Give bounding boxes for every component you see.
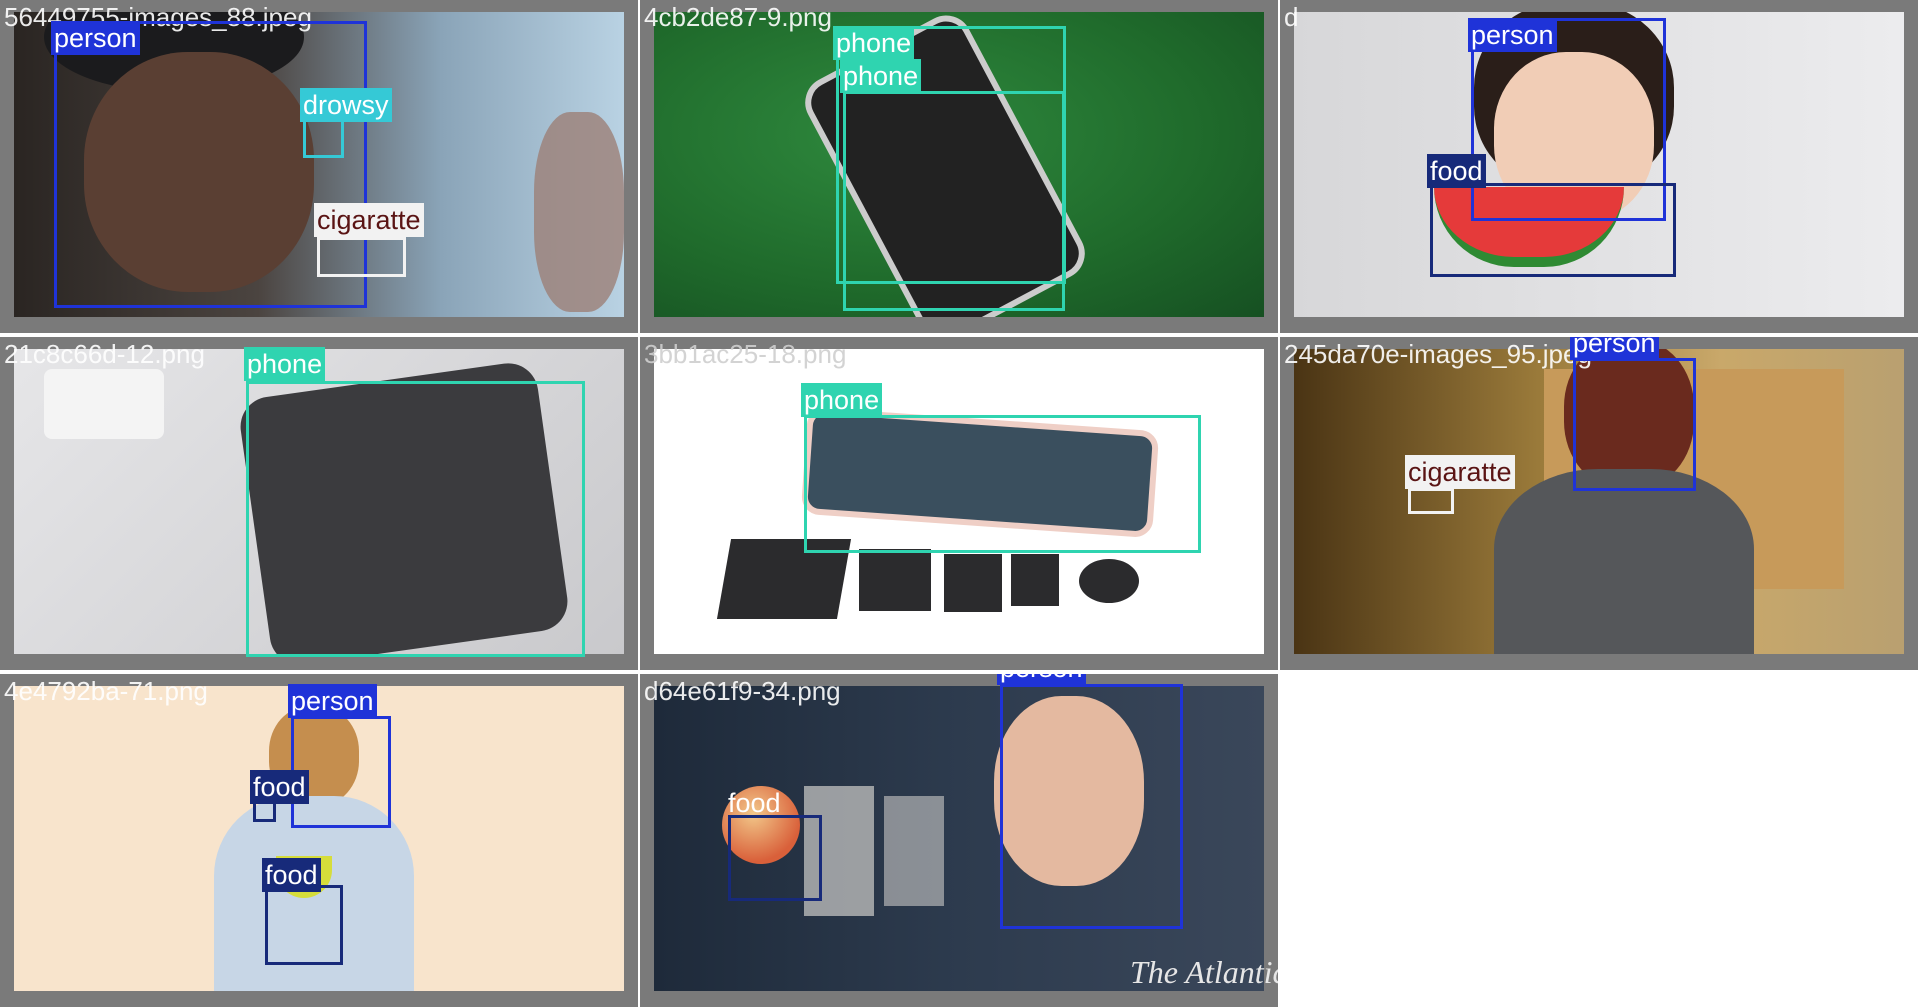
detection-box-food bbox=[1430, 183, 1676, 277]
detection-box-food bbox=[728, 815, 822, 901]
detection-label-person: person bbox=[1468, 18, 1557, 52]
poster-shape bbox=[884, 796, 944, 906]
detection-box-drowsy bbox=[303, 117, 344, 158]
image-tile-1[interactable]: 56449755-images_88.jpeg person drowsy ci… bbox=[0, 0, 638, 333]
detection-box-cigaratte bbox=[1408, 488, 1454, 514]
stone-disc bbox=[1079, 559, 1139, 603]
detection-box-person bbox=[1000, 684, 1183, 929]
tile-filename: d bbox=[1284, 2, 1299, 32]
image-tile-8[interactable]: d64e61f9-34.png person food The Atlantic bbox=[640, 674, 1278, 1007]
image-tile-6[interactable]: 245da70e-images_95.jpeg person cigaratte bbox=[1280, 337, 1918, 670]
detection-label-cigaratte: cigaratte bbox=[1405, 455, 1515, 489]
detection-label-food: food bbox=[262, 858, 321, 892]
stone-tile-4 bbox=[1011, 554, 1059, 606]
tile-filename: 4e4792ba-71.png bbox=[4, 676, 208, 706]
detection-label-phone: phone bbox=[244, 347, 326, 381]
image-tile-2[interactable]: 4cb2de87-9.png phone phone bbox=[640, 0, 1278, 333]
detection-label-cigaratte: cigaratte bbox=[314, 203, 424, 237]
image-tile-4[interactable]: 21c8c66d-12.png phone bbox=[0, 337, 638, 670]
watermark-logo: The Atlantic bbox=[1130, 954, 1278, 990]
tile-filename: 3bb1ac25-18.png bbox=[644, 339, 847, 369]
detection-box-person bbox=[1573, 358, 1696, 491]
tile-filename: d64e61f9-34.png bbox=[644, 676, 841, 706]
detection-label-phone: phone bbox=[833, 26, 915, 60]
stone-tile-3 bbox=[944, 554, 1002, 612]
detection-label-drowsy: drowsy bbox=[300, 88, 392, 122]
image-tile-5[interactable]: 3bb1ac25-18.png phone bbox=[640, 337, 1278, 670]
detection-label-person: person bbox=[288, 684, 377, 718]
detection-label-phone: phone bbox=[840, 59, 922, 93]
detection-label-phone: phone bbox=[801, 383, 883, 417]
detection-box-cigaratte bbox=[317, 237, 406, 277]
detection-box-food bbox=[265, 885, 343, 965]
image-tile-3[interactable]: d person food bbox=[1280, 0, 1918, 333]
detection-box-phone bbox=[804, 415, 1201, 553]
detection-label-food: food bbox=[728, 788, 781, 818]
detection-label-person: person bbox=[1570, 337, 1659, 360]
detection-label-person: person bbox=[997, 674, 1086, 685]
earphones-shape bbox=[44, 369, 164, 439]
detection-box-phone bbox=[246, 381, 585, 657]
image-tile-7[interactable]: 4e4792ba-71.png person food food bbox=[0, 674, 638, 1007]
detection-label-person: person bbox=[51, 21, 140, 55]
detection-label-food: food bbox=[250, 770, 309, 804]
tile-filename: 21c8c66d-12.png bbox=[4, 339, 205, 369]
detection-box-phone bbox=[843, 91, 1065, 311]
detection-label-food: food bbox=[1427, 154, 1486, 188]
tile-filename: 245da70e-images_95.jpeg bbox=[1284, 339, 1592, 369]
tile-filename: 4cb2de87-9.png bbox=[644, 2, 832, 32]
jacket-shape bbox=[1494, 469, 1754, 654]
stone-tile-2 bbox=[859, 549, 931, 611]
background-figure bbox=[534, 112, 624, 312]
